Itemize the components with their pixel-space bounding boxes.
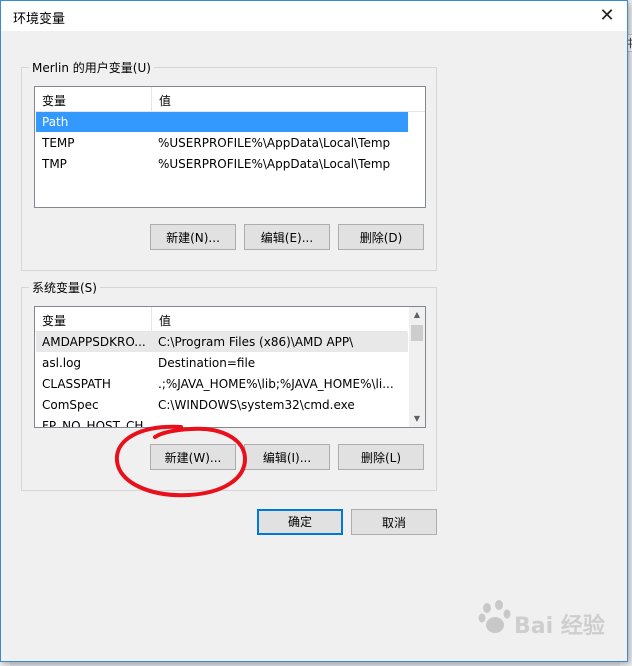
- system-edit-button[interactable]: 编辑(I)...: [244, 444, 330, 470]
- list-item[interactable]: TMP %USERPROFILE%\AppData\Local\Temp: [36, 154, 408, 174]
- list-item[interactable]: ComSpec C:\WINDOWS\system32\cmd.exe: [36, 395, 408, 415]
- column-header-value[interactable]: 值: [159, 312, 171, 329]
- vertical-scrollbar[interactable]: ▲ ▼: [409, 307, 425, 427]
- list-item[interactable]: asl.log Destination=file: [36, 353, 408, 373]
- ok-button[interactable]: 确定: [257, 509, 343, 535]
- title-bar: 环境变量 ✕: [1, 1, 627, 31]
- environment-variables-dialog: 环境变量 ✕ Merlin 的用户变量(U) 变量 值 Path TEMP %U…: [0, 0, 628, 662]
- chevron-up-icon[interactable]: ▲: [409, 307, 425, 323]
- list-header: 变量 值: [35, 307, 407, 332]
- list-item[interactable]: CLASSPATH .;%JAVA_HOME%\lib;%JAVA_HOME%\…: [36, 374, 408, 394]
- watermark: Bai 经验: [478, 596, 626, 646]
- user-variables-group: Merlin 的用户变量(U) 变量 值 Path TEMP %USERPROF…: [21, 59, 437, 271]
- column-header-variable[interactable]: 变量: [42, 92, 66, 109]
- chevron-down-icon[interactable]: ▼: [409, 411, 425, 427]
- user-variables-label: Merlin 的用户变量(U): [29, 59, 154, 76]
- baidu-paw-icon: [478, 600, 511, 633]
- list-item[interactable]: AMDAPPSDKRO... C:\Program Files (x86)\AM…: [36, 332, 408, 352]
- system-variables-label: 系统变量(S): [29, 279, 100, 296]
- list-item[interactable]: TEMP %USERPROFILE%\AppData\Local\Temp: [36, 133, 408, 153]
- list-header: 变量 值: [35, 87, 425, 112]
- user-edit-button[interactable]: 编辑(E)...: [244, 224, 330, 250]
- scrollbar-thumb[interactable]: [411, 325, 423, 341]
- list-item[interactable]: Path: [36, 112, 408, 132]
- close-icon[interactable]: ✕: [595, 4, 619, 28]
- user-delete-button[interactable]: 删除(D): [338, 224, 424, 250]
- user-variables-list[interactable]: 变量 值 Path TEMP %USERPROFILE%\AppData\Loc…: [34, 86, 426, 208]
- user-new-button[interactable]: 新建(N)...: [150, 224, 236, 250]
- column-header-value[interactable]: 值: [159, 92, 171, 109]
- dialog-title: 环境变量: [13, 12, 66, 27]
- system-variables-list[interactable]: 变量 值 AMDAPPSDKRO... C:\Program Files (x8…: [34, 306, 426, 428]
- column-header-variable[interactable]: 变量: [42, 312, 66, 329]
- system-delete-button[interactable]: 删除(L): [338, 444, 424, 470]
- watermark-text: Bai 经验: [514, 614, 605, 639]
- annotation-circle: [114, 424, 248, 498]
- cancel-button[interactable]: 取消: [351, 509, 437, 535]
